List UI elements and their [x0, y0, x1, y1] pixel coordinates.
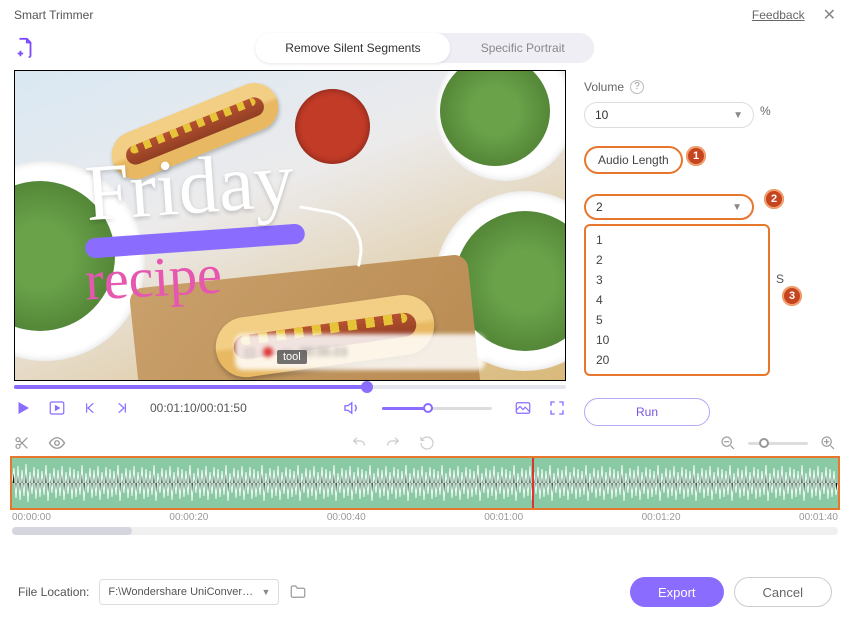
- feedback-link[interactable]: Feedback: [752, 8, 805, 22]
- preview-pane: Friday recipe ◻▭00:00.03 tool 00:01:10/0…: [14, 70, 566, 426]
- time-ruler: 00:00:0000:00:2000:00:4000:01:0000:01:20…: [0, 510, 850, 523]
- waveform-track[interactable]: [10, 456, 840, 510]
- zoom-out-icon[interactable]: [720, 435, 736, 451]
- option-3[interactable]: 3: [586, 270, 768, 290]
- zoom-in-icon[interactable]: [820, 435, 836, 451]
- tool-tooltip: tool: [277, 350, 307, 364]
- seconds-unit: S: [776, 272, 784, 286]
- volume-select[interactable]: 10▼: [584, 102, 754, 128]
- zoom-slider[interactable]: [748, 442, 808, 445]
- volume-label: Volume ?: [584, 80, 644, 94]
- preview-control-bar: ◻▭00:00.03: [235, 334, 485, 370]
- fullscreen-icon[interactable]: [548, 399, 566, 417]
- tab-remove-silent[interactable]: Remove Silent Segments: [255, 33, 450, 63]
- option-1[interactable]: 1: [586, 230, 768, 250]
- next-frame-icon[interactable]: [114, 400, 130, 416]
- chevron-down-icon: ▼: [733, 110, 743, 121]
- tab-specific-portrait[interactable]: Specific Portrait: [451, 33, 595, 63]
- file-location-select[interactable]: F:\Wondershare UniConverter 1 ▼: [99, 579, 279, 605]
- open-folder-icon[interactable]: [289, 583, 307, 601]
- horizontal-scrollbar[interactable]: [12, 527, 838, 535]
- undo-icon[interactable]: [351, 435, 367, 451]
- file-location-label: File Location:: [18, 585, 89, 599]
- settings-panel: Volume ? 10▼ % Audio Length 1 2▼ 2 1 2 3: [584, 70, 836, 426]
- playhead[interactable]: [532, 456, 534, 508]
- chevron-down-icon: ▼: [261, 587, 270, 597]
- annotation-3: 3: [782, 286, 802, 306]
- audio-length-dropdown: 1 2 3 4 5 10 20 S 3: [584, 224, 770, 376]
- overlay-text-friday: Friday: [83, 144, 296, 230]
- audio-length-select[interactable]: 2▼: [584, 194, 754, 220]
- timecode: 00:01:10/00:01:50: [150, 401, 247, 415]
- option-10[interactable]: 10: [586, 330, 768, 350]
- preview-toggle-icon[interactable]: [48, 434, 66, 452]
- play-icon[interactable]: [14, 399, 32, 417]
- mode-tabs: Remove Silent Segments Specific Portrait: [255, 33, 594, 63]
- cancel-button[interactable]: Cancel: [734, 577, 832, 607]
- volume-slider[interactable]: [382, 407, 492, 410]
- top-bar: Remove Silent Segments Specific Portrait: [0, 30, 850, 66]
- add-file-icon[interactable]: [14, 37, 36, 59]
- export-button[interactable]: Export: [630, 577, 724, 607]
- chevron-down-icon: ▼: [732, 202, 742, 213]
- annotation-2: 2: [764, 189, 784, 209]
- volume-icon[interactable]: [342, 399, 360, 417]
- play-segment-icon[interactable]: [48, 399, 66, 417]
- window-title: Smart Trimmer: [14, 8, 93, 22]
- scrubber[interactable]: [14, 385, 566, 389]
- player-controls: 00:01:10/00:01:50: [14, 399, 566, 417]
- option-4[interactable]: 4: [586, 290, 768, 310]
- snapshot-icon[interactable]: [514, 399, 532, 417]
- audio-length-label: Audio Length: [584, 146, 683, 174]
- volume-unit: %: [760, 104, 771, 118]
- option-20[interactable]: 20: [586, 350, 768, 370]
- window-header: Smart Trimmer Feedback ✕: [0, 0, 850, 30]
- help-icon[interactable]: ?: [630, 80, 644, 94]
- redo-icon[interactable]: [385, 435, 401, 451]
- option-2[interactable]: 2: [586, 250, 768, 270]
- annotation-1: 1: [686, 146, 706, 166]
- reset-icon[interactable]: [419, 435, 435, 451]
- overlay-text-recipe: recipe: [83, 242, 223, 313]
- video-preview[interactable]: Friday recipe ◻▭00:00.03 tool: [14, 70, 566, 381]
- timeline-tools: [0, 426, 850, 452]
- prev-frame-icon[interactable]: [82, 400, 98, 416]
- run-button[interactable]: Run: [584, 398, 710, 426]
- footer-bar: File Location: F:\Wondershare UniConvert…: [0, 565, 850, 619]
- option-5[interactable]: 5: [586, 310, 768, 330]
- close-icon[interactable]: ✕: [823, 5, 836, 25]
- cut-icon[interactable]: [14, 435, 30, 451]
